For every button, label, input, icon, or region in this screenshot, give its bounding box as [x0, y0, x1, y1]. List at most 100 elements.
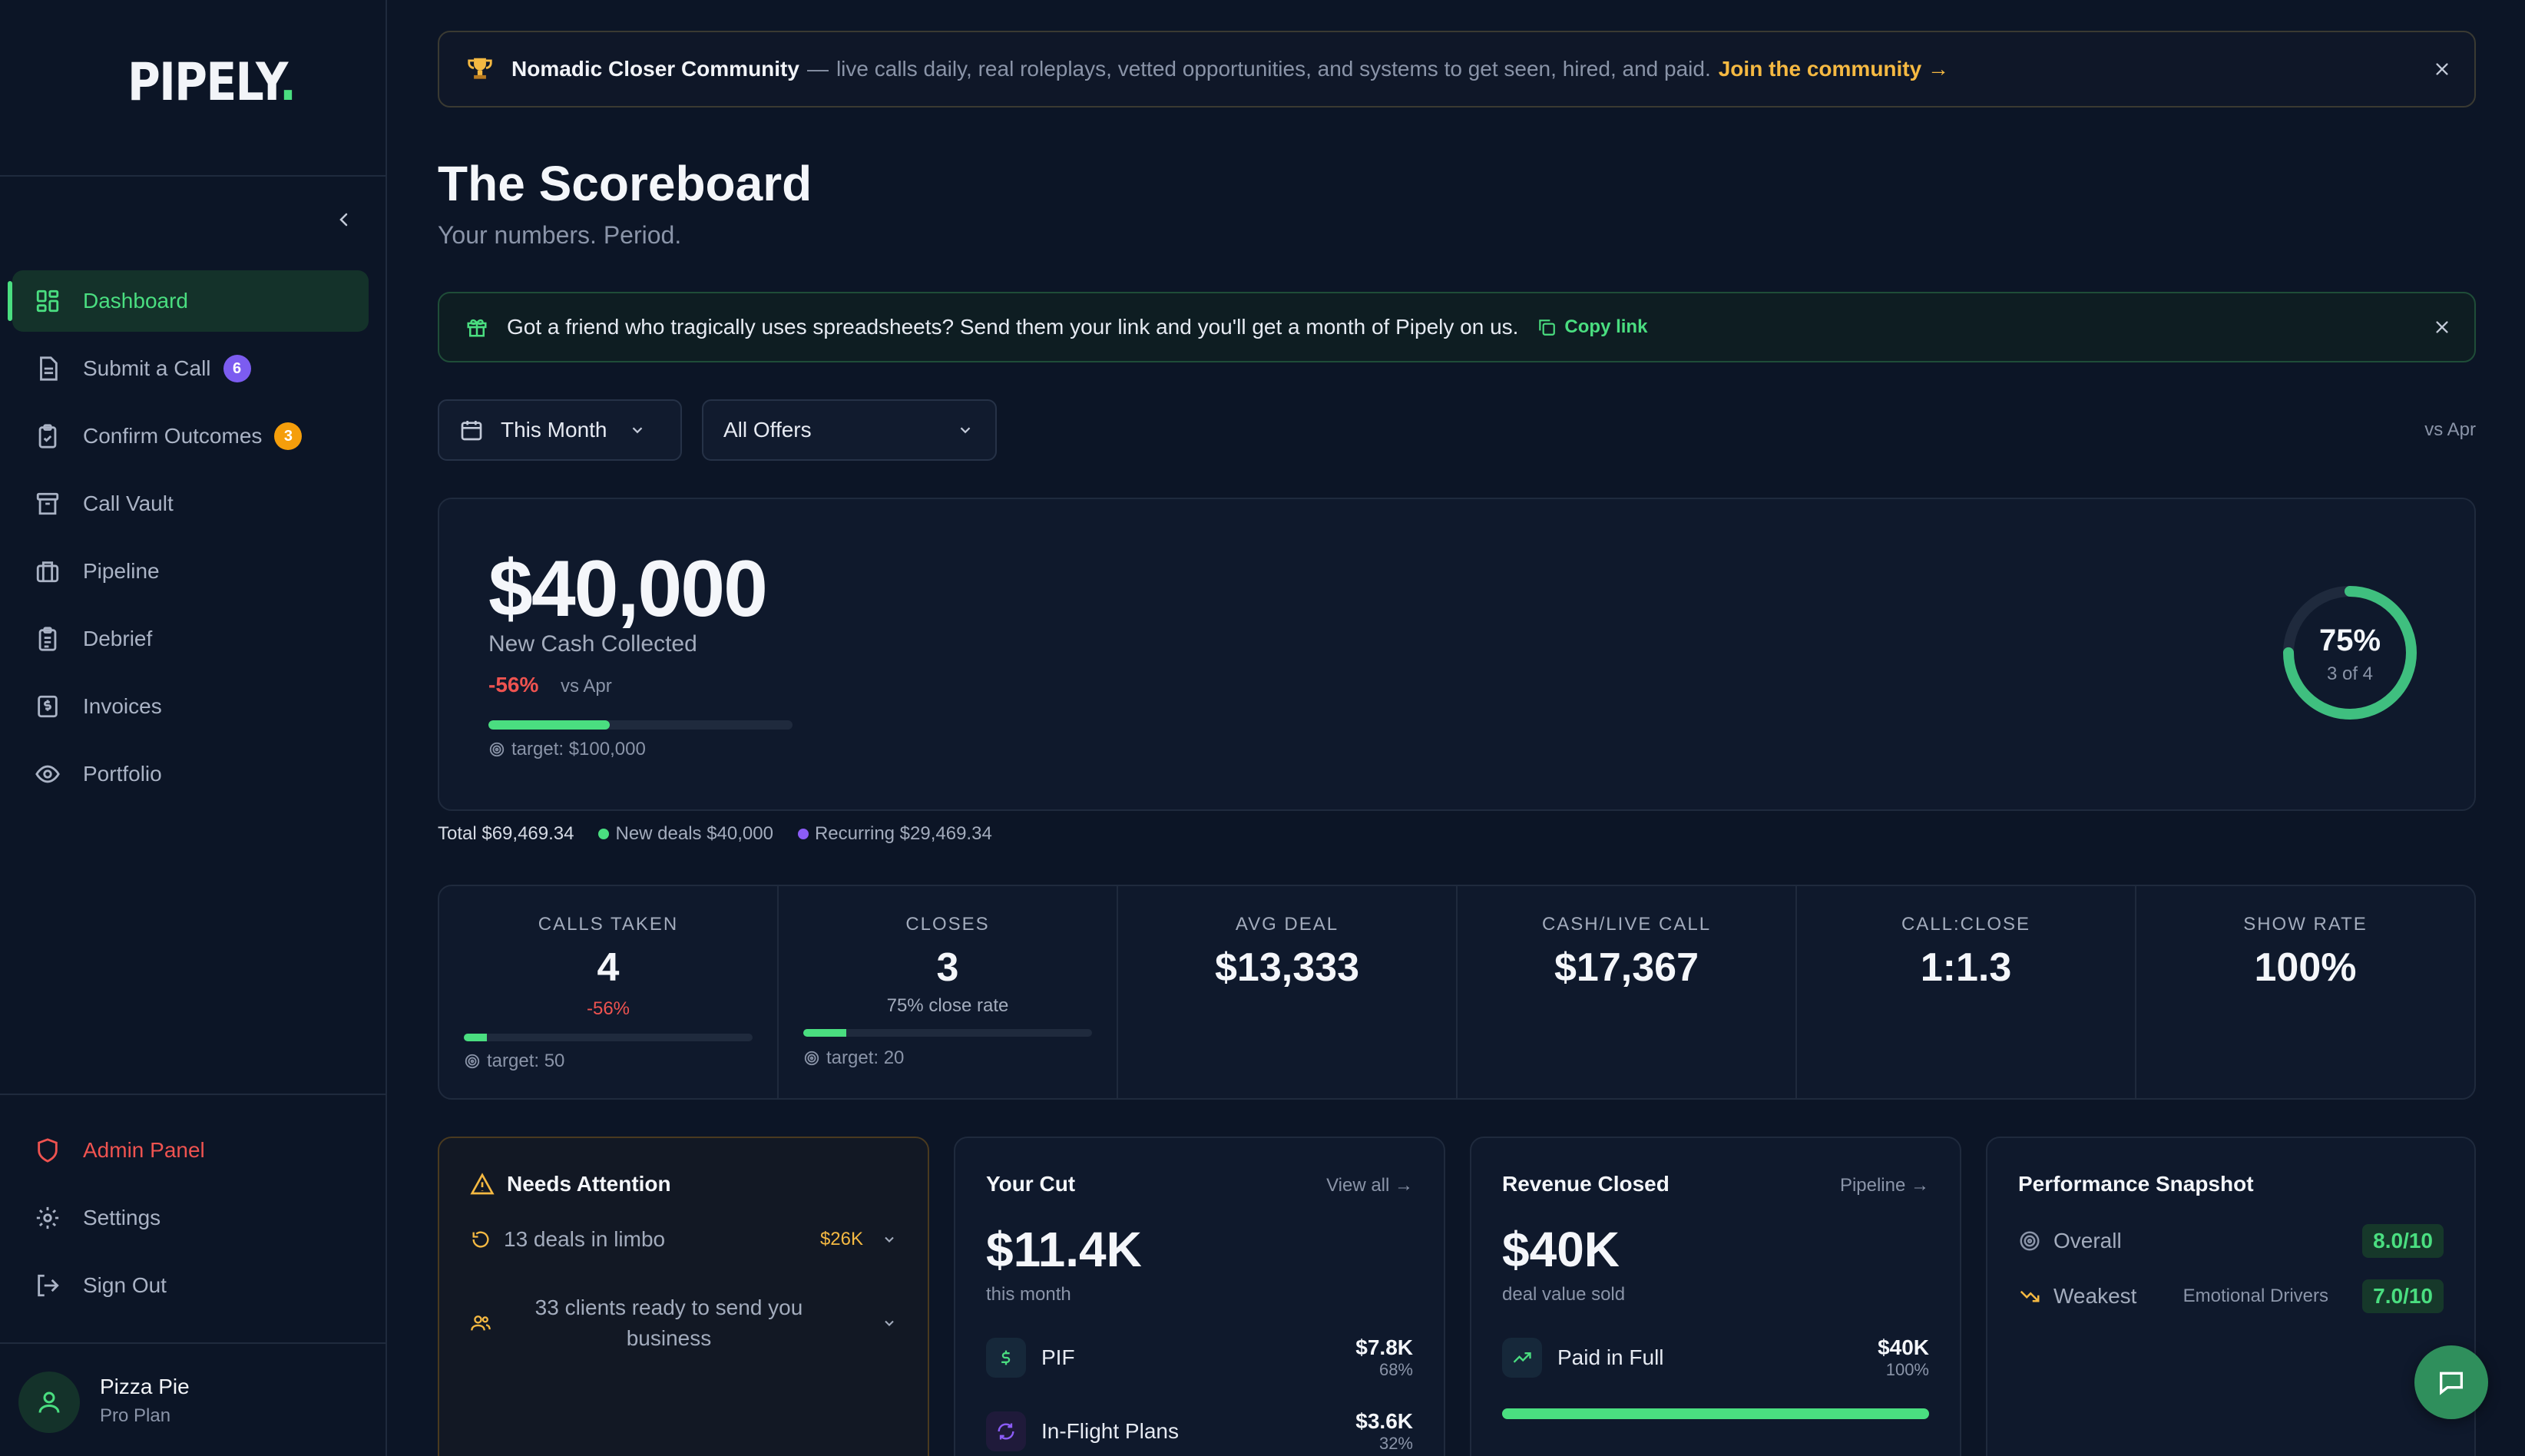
- in-flight-row: In-Flight Plans $3.6K 32%: [986, 1408, 1413, 1454]
- pif-value: $7.8K: [1355, 1335, 1413, 1359]
- limbo-label: 13 deals in limbo: [504, 1227, 666, 1251]
- sidebar-item-admin-panel[interactable]: Admin Panel: [12, 1120, 369, 1181]
- count-badge: 6: [223, 355, 251, 382]
- eye-icon: [32, 759, 63, 789]
- chevron-down-icon: [960, 427, 971, 434]
- cash-amount: $40,000: [488, 544, 768, 634]
- pipeline-link[interactable]: Pipeline →: [1840, 1175, 1929, 1196]
- stat-label: CALLS TAKEN: [538, 914, 679, 935]
- sidebar-item-sign-out[interactable]: Sign Out: [12, 1255, 369, 1316]
- stat-call-close: CALL:CLOSE 1:1.3: [1797, 886, 2136, 1098]
- paid-in-full-label: Paid in Full: [1557, 1345, 1664, 1369]
- weakest-label: Weakest: [2053, 1284, 2137, 1308]
- deals-in-limbo-row[interactable]: 13 deals in limbo $26K: [470, 1224, 897, 1255]
- close-icon: [2436, 63, 2448, 75]
- stat-avg-deal: AVG DEAL $13,333: [1118, 886, 1458, 1098]
- user-icon: [38, 1391, 60, 1413]
- stat-progress-bar: [464, 1034, 753, 1041]
- gear-icon: [32, 1203, 63, 1233]
- page-subtitle: Your numbers. Period.: [438, 221, 682, 249]
- chevron-down-icon: [885, 1320, 894, 1326]
- clients-label: 33 clients ready to send you business: [534, 1296, 803, 1350]
- stat-closes: CLOSES 3 75% close rate target: 20: [779, 886, 1118, 1098]
- sidebar-item-pipeline[interactable]: Pipeline: [12, 541, 369, 602]
- shield-icon: [32, 1135, 63, 1166]
- ring-percent: 75%: [2318, 624, 2381, 657]
- user-profile[interactable]: Pizza Pie Pro Plan: [0, 1342, 386, 1456]
- card-title: Needs Attention: [470, 1172, 671, 1196]
- sidebar-item-label: Sign Out: [83, 1273, 167, 1297]
- pipely-logo[interactable]: PIPELY.: [127, 52, 296, 113]
- refresh-icon: [986, 1411, 1026, 1451]
- sidebar-item-dashboard[interactable]: Dashboard: [8, 270, 369, 332]
- sidebar-item-label: Call Vault: [83, 491, 174, 515]
- close-banner-button[interactable]: [2430, 57, 2454, 81]
- stat-label: CASH/LIVE CALL: [1541, 914, 1712, 935]
- offers-select[interactable]: All Offers: [702, 399, 997, 461]
- trophy-icon: [468, 58, 492, 79]
- sidebar-item-debrief[interactable]: Debrief: [12, 608, 369, 670]
- sidebar-item-label: Dashboard: [83, 289, 188, 313]
- revenue-sub: deal value sold: [1502, 1284, 1626, 1305]
- chevron-down-icon: [885, 1236, 894, 1243]
- limbo-value: $26K: [819, 1229, 863, 1249]
- stat-progress-fill: [464, 1034, 488, 1041]
- close-referral-button[interactable]: [2430, 315, 2454, 339]
- stat-label: AVG DEAL: [1235, 914, 1339, 935]
- stat-value: 1:1.3: [1920, 945, 2012, 990]
- close-icon: [2436, 321, 2448, 333]
- gift-icon: [467, 319, 487, 337]
- copy-link-button[interactable]: Copy link: [1537, 316, 1647, 338]
- sidebar-item-label: Pipeline: [83, 559, 160, 583]
- community-banner: Nomadic Closer Community — live calls da…: [438, 31, 2476, 108]
- sidebar-item-label: Portfolio: [83, 762, 162, 786]
- calendar-icon: [461, 421, 482, 441]
- target-icon: [489, 742, 505, 757]
- view-all-link[interactable]: View all →: [1326, 1175, 1413, 1196]
- needs-attention-title: Needs Attention: [507, 1172, 671, 1196]
- count-badge: 3: [274, 422, 303, 450]
- compare-label: vs Apr: [2424, 419, 2476, 440]
- new-deals-amount: New deals $40,000: [615, 823, 773, 844]
- offers-value: All Offers: [723, 418, 812, 442]
- period-select[interactable]: This Month: [438, 399, 682, 461]
- pif-label: PIF: [1041, 1345, 1075, 1369]
- overall-label: Overall: [2053, 1229, 2122, 1252]
- sidebar-item-label: Debrief: [83, 627, 153, 650]
- sidebar-item-portfolio[interactable]: Portfolio: [12, 743, 369, 805]
- stat-cash-per-call: CASH/LIVE CALL $17,367: [1458, 886, 1797, 1098]
- target-icon: [804, 1051, 819, 1066]
- stat-show-rate: SHOW RATE 100%: [2136, 886, 2474, 1098]
- period-value: This Month: [501, 418, 607, 442]
- join-community-link[interactable]: Join the community →: [1719, 57, 1949, 81]
- in-flight-percent: 32%: [1378, 1434, 1413, 1453]
- sidebar-item-confirm-outcomes[interactable]: Confirm Outcomes 3: [12, 405, 369, 467]
- paid-in-full-percent: 100%: [1885, 1360, 1929, 1379]
- sidebar-item-label: Settings: [83, 1206, 161, 1229]
- chat-button[interactable]: [2414, 1345, 2488, 1419]
- pif-values: $7.8K 68%: [1355, 1335, 1413, 1380]
- sidebar-item-label: Submit a Call: [83, 356, 211, 380]
- dollar-icon: [986, 1338, 1026, 1378]
- stat-value: 4: [597, 945, 620, 990]
- sidebar-item-invoices[interactable]: Invoices: [12, 676, 369, 737]
- stat-label: SHOW RATE: [2243, 914, 2368, 935]
- in-flight-value: $3.6K: [1355, 1409, 1413, 1433]
- stat-close-rate: 75% close rate: [886, 995, 1009, 1016]
- sidebar-item-settings[interactable]: Settings: [12, 1187, 369, 1249]
- revenue-amount: $40K: [1502, 1222, 1620, 1277]
- pif-row: PIF $7.8K 68%: [986, 1335, 1413, 1381]
- clients-ready-row[interactable]: 33 clients ready to send you business: [470, 1289, 897, 1358]
- sidebar-item-call-vault[interactable]: Call Vault: [12, 473, 369, 534]
- collapse-sidebar-button[interactable]: [332, 207, 356, 232]
- sidebar-item-label: Confirm Outcomes: [83, 424, 263, 448]
- recurring-amount: Recurring $29,469.34: [814, 823, 992, 844]
- stat-calls-taken: CALLS TAKEN 4 -56% target: 50: [439, 886, 779, 1098]
- sidebar-item-submit-call[interactable]: Submit a Call 6: [12, 338, 369, 399]
- your-cut-period: this month: [986, 1284, 1071, 1305]
- stat-value: $17,367: [1554, 945, 1699, 990]
- cash-collected-card: $40,000 New Cash Collected -56% vs Apr t…: [438, 498, 2476, 811]
- stat-target: target: 20: [803, 1047, 904, 1069]
- card-title: Performance Snapshot: [2018, 1172, 2254, 1196]
- banner-title: Nomadic Closer Community: [511, 57, 799, 81]
